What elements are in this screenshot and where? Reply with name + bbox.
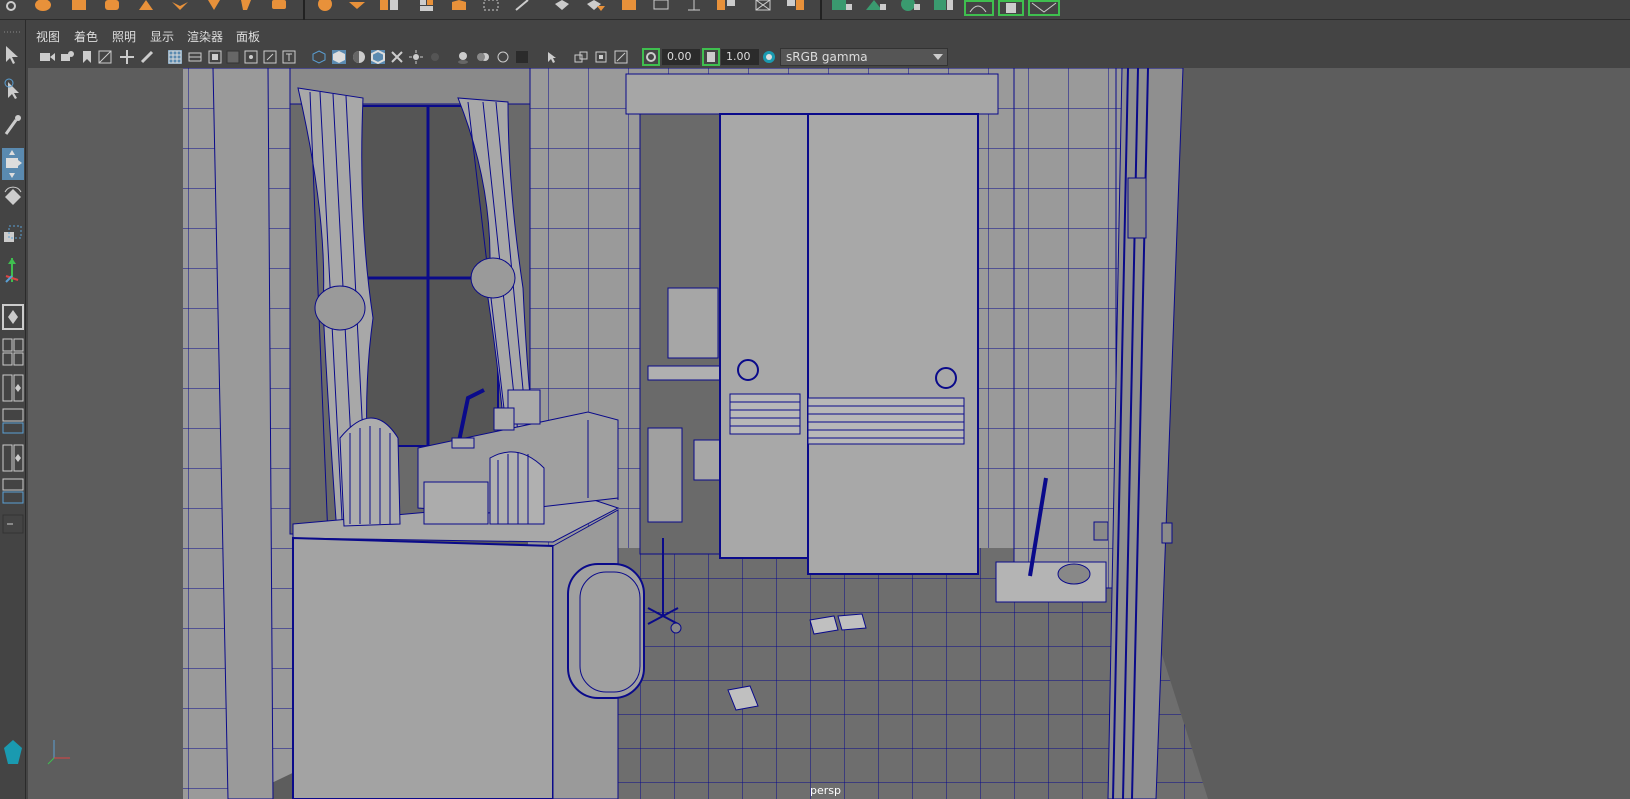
grid-icon[interactable] bbox=[168, 50, 182, 64]
uv-auto-icon[interactable] bbox=[964, 0, 994, 18]
append-icon[interactable] bbox=[585, 0, 605, 14]
layout-graph-icon[interactable] bbox=[2, 478, 24, 504]
hud-icon[interactable] bbox=[614, 50, 628, 64]
merge-icon[interactable] bbox=[652, 0, 670, 14]
camera-lock-icon[interactable] bbox=[60, 50, 74, 64]
chevron-down-icon bbox=[933, 54, 943, 60]
layout-two-stacked-icon[interactable] bbox=[2, 444, 24, 472]
poly-sphere-icon[interactable] bbox=[34, 0, 52, 14]
poly-pipe-icon[interactable] bbox=[270, 0, 288, 14]
view-transform-value: sRGB gamma bbox=[786, 50, 868, 64]
menu-shading[interactable]: 着色 bbox=[74, 28, 98, 45]
combine-icon[interactable] bbox=[316, 0, 334, 14]
poly-cone-icon[interactable] bbox=[137, 0, 155, 14]
perspective-viewport[interactable]: persp bbox=[28, 68, 1630, 799]
menu-show[interactable]: 显示 bbox=[150, 28, 174, 45]
default-material-icon[interactable] bbox=[352, 50, 366, 64]
motion-blur-icon[interactable] bbox=[476, 50, 490, 64]
poly-disc-icon[interactable] bbox=[237, 0, 255, 14]
menu-view[interactable]: 视图 bbox=[36, 28, 60, 45]
gamma-icon[interactable] bbox=[702, 48, 720, 66]
extrude-icon[interactable] bbox=[418, 0, 436, 14]
select-tool-icon[interactable] bbox=[2, 44, 24, 66]
wireframe-icon[interactable] bbox=[312, 50, 326, 64]
scale-tool-icon[interactable] bbox=[2, 222, 24, 244]
poly-cylinder-icon[interactable] bbox=[103, 0, 121, 14]
poly-torus-icon[interactable] bbox=[171, 0, 189, 14]
resolution-gate-icon[interactable] bbox=[208, 50, 222, 64]
uv-cylindrical-icon[interactable] bbox=[900, 0, 920, 14]
viewport-toolbar: 0.00 1.00 sRGB gamma bbox=[28, 46, 1630, 68]
scene-wireframe bbox=[183, 68, 1208, 799]
safe-title-icon[interactable] bbox=[282, 50, 296, 64]
target-weld-icon[interactable] bbox=[685, 0, 703, 14]
poly-cube-icon[interactable] bbox=[70, 0, 88, 14]
menu-lighting[interactable]: 照明 bbox=[112, 28, 136, 45]
ambient-occlusion-icon[interactable] bbox=[456, 50, 470, 64]
color-management-icon[interactable] bbox=[762, 50, 776, 64]
layout-single-icon[interactable] bbox=[2, 304, 24, 330]
bookmark-icon[interactable] bbox=[80, 50, 94, 64]
maya-logo-icon bbox=[2, 738, 24, 768]
bevel-icon[interactable] bbox=[450, 0, 468, 14]
lasso-tool-icon[interactable] bbox=[2, 78, 24, 100]
camera-select-icon[interactable] bbox=[40, 50, 55, 64]
triangulate-icon[interactable] bbox=[787, 0, 805, 14]
move-tool-icon[interactable] bbox=[2, 148, 24, 180]
uv-spherical-icon[interactable] bbox=[934, 0, 953, 14]
viewport-menu-bar: 视图 着色 照明 显示 渲染器 面板 bbox=[28, 26, 1630, 46]
exposure-icon[interactable] bbox=[642, 48, 660, 66]
fill-hole-icon[interactable] bbox=[553, 0, 571, 14]
shelf-bar bbox=[0, 0, 1630, 20]
separate-icon[interactable] bbox=[348, 0, 366, 14]
toolbox-menu-icon[interactable] bbox=[2, 514, 24, 534]
field-chart-icon[interactable] bbox=[244, 50, 258, 64]
isolate-select-icon[interactable] bbox=[545, 50, 559, 64]
paint-select-tool-icon[interactable] bbox=[2, 114, 24, 136]
toolbox-grip-icon bbox=[2, 24, 24, 33]
wedge-icon[interactable] bbox=[754, 0, 772, 14]
view-transform-dropdown[interactable]: sRGB gamma bbox=[780, 48, 948, 66]
anti-aliasing-icon[interactable] bbox=[496, 50, 510, 64]
layout-outliner-icon[interactable] bbox=[2, 408, 24, 434]
wireframe-on-shaded-icon[interactable] bbox=[371, 49, 385, 65]
poly-plane-icon[interactable] bbox=[205, 0, 223, 14]
exposure-field[interactable]: 0.00 bbox=[662, 49, 700, 65]
bridge-icon[interactable] bbox=[482, 0, 500, 14]
menu-panels[interactable]: 面板 bbox=[236, 28, 260, 45]
uv-unfold-icon[interactable] bbox=[1028, 0, 1060, 18]
film-gate-icon[interactable] bbox=[188, 50, 202, 64]
two-d-pan-icon[interactable] bbox=[120, 50, 134, 64]
menu-renderer[interactable]: 渲染器 bbox=[187, 28, 223, 45]
shadows-icon[interactable] bbox=[428, 50, 442, 64]
use-all-lights-icon[interactable] bbox=[409, 50, 423, 64]
settings-icon[interactable] bbox=[4, 0, 18, 14]
layout-two-side-icon[interactable] bbox=[2, 374, 24, 402]
uv-layout-icon[interactable] bbox=[998, 0, 1024, 18]
toolbox bbox=[0, 20, 26, 799]
xray-icon[interactable] bbox=[390, 50, 404, 64]
gamma-field[interactable]: 1.00 bbox=[721, 49, 759, 65]
depth-of-field-icon[interactable] bbox=[515, 50, 529, 64]
multicut-icon[interactable] bbox=[514, 0, 532, 14]
universal-manipulator-icon[interactable] bbox=[2, 256, 24, 286]
safe-action-icon[interactable] bbox=[263, 50, 277, 64]
gate-mask-icon[interactable] bbox=[226, 50, 240, 64]
layout-four-icon[interactable] bbox=[2, 338, 24, 366]
rotate-tool-icon[interactable] bbox=[2, 186, 24, 208]
image-plane-icon[interactable] bbox=[98, 50, 112, 64]
smooth-icon[interactable] bbox=[380, 0, 398, 14]
xray-joints-icon[interactable] bbox=[574, 50, 588, 64]
view-axis-indicator bbox=[46, 728, 86, 768]
collapse-icon[interactable] bbox=[717, 0, 735, 14]
mirror-icon[interactable] bbox=[620, 0, 638, 14]
smooth-shade-icon[interactable] bbox=[332, 50, 346, 64]
xray-active-icon[interactable] bbox=[594, 50, 608, 64]
uv-editor-icon[interactable] bbox=[832, 0, 852, 14]
uv-planar-icon[interactable] bbox=[866, 0, 886, 14]
camera-label: persp bbox=[810, 784, 841, 797]
grease-pencil-icon[interactable] bbox=[140, 50, 154, 64]
